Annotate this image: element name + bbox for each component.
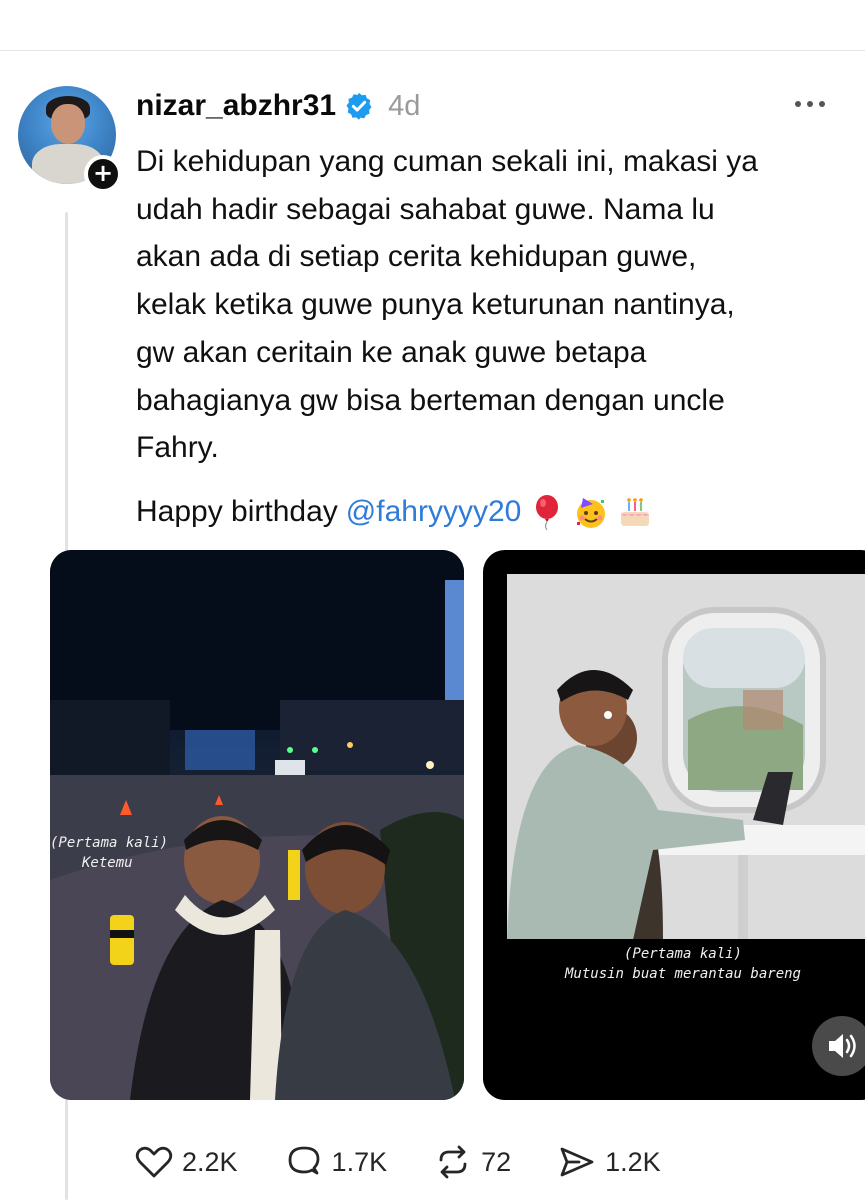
reply-count: 1.7K: [331, 1146, 388, 1177]
send-icon: [560, 1147, 594, 1177]
repost-count: 72: [481, 1146, 512, 1177]
media-video-2[interactable]: (Pertama kali) Mutusin buat merantau bar…: [483, 550, 865, 1100]
follow-plus-button[interactable]: +: [84, 155, 122, 193]
heart-icon: [135, 1146, 173, 1178]
repost-icon: [439, 1145, 467, 1179]
verified-badge-icon: [346, 92, 372, 120]
caption-line: akan ada di setiap cerita kehidupan guwe…: [136, 240, 697, 274]
caption-line: Di kehidupan yang cuman sekali ini, maka…: [136, 145, 758, 178]
train-video-frame: [483, 574, 865, 1100]
balloon-icon: [536, 495, 559, 530]
speaker-icon: [829, 1034, 856, 1058]
video-2-caption: (Pertama kali) Mutusin buat merantau bar…: [483, 944, 865, 984]
sound-toggle-button[interactable]: [812, 1016, 865, 1076]
username[interactable]: nizar_abzhr31: [136, 89, 336, 123]
birthday-line: Happy birthday @fahryyyy20: [136, 488, 836, 536]
photo-1-caption: (Pertama kali) Ketemu: [50, 833, 200, 873]
share-count: 1.2K: [605, 1146, 661, 1177]
caption-line: bahagianya gw bisa berteman dengan uncle: [136, 383, 725, 417]
caption-line: Fahry.: [136, 431, 219, 465]
post-header: nizar_abzhr31 4d: [136, 84, 420, 128]
night-selfie-photo: [50, 550, 464, 1100]
action-bar: 2.2K 1.7K 72 1.2K: [134, 1140, 707, 1184]
caption-line: kelak ketika guwe punya keturunan nantin…: [136, 288, 735, 322]
post-time: 4d: [388, 89, 421, 122]
reply-button[interactable]: 1.7K: [284, 1142, 388, 1182]
caption-line: udah hadir sebagai sahabat guwe. Nama lu: [136, 192, 715, 226]
reply-bubble-icon: [288, 1146, 319, 1175]
video-2-caption-line: (Pertama kali): [623, 946, 742, 962]
repost-button[interactable]: 72: [433, 1142, 511, 1182]
like-count: 2.2K: [182, 1146, 238, 1177]
share-button[interactable]: 1.2K: [557, 1142, 661, 1182]
caption-line: gw akan ceritain ke anak guwe betapa: [136, 335, 647, 369]
photo-1-caption-line: (Pertama kali): [50, 835, 169, 851]
media-photo-1[interactable]: (Pertama kali) Ketemu: [50, 550, 464, 1100]
more-options-icon[interactable]: [790, 94, 830, 114]
mention-link[interactable]: @fahryyyy20: [346, 488, 522, 536]
birthday-text: Happy birthday: [136, 495, 338, 528]
video-2-caption-line: Mutusin buat merantau bareng: [564, 966, 801, 982]
top-divider: [0, 50, 865, 51]
post-caption: Di kehidupan yang cuman sekali ini, maka…: [136, 138, 836, 472]
like-button[interactable]: 2.2K: [134, 1142, 238, 1182]
photo-1-caption-line: Ketemu: [82, 855, 133, 871]
birthday-cake-icon: [621, 498, 650, 526]
party-face-icon: [577, 498, 606, 528]
